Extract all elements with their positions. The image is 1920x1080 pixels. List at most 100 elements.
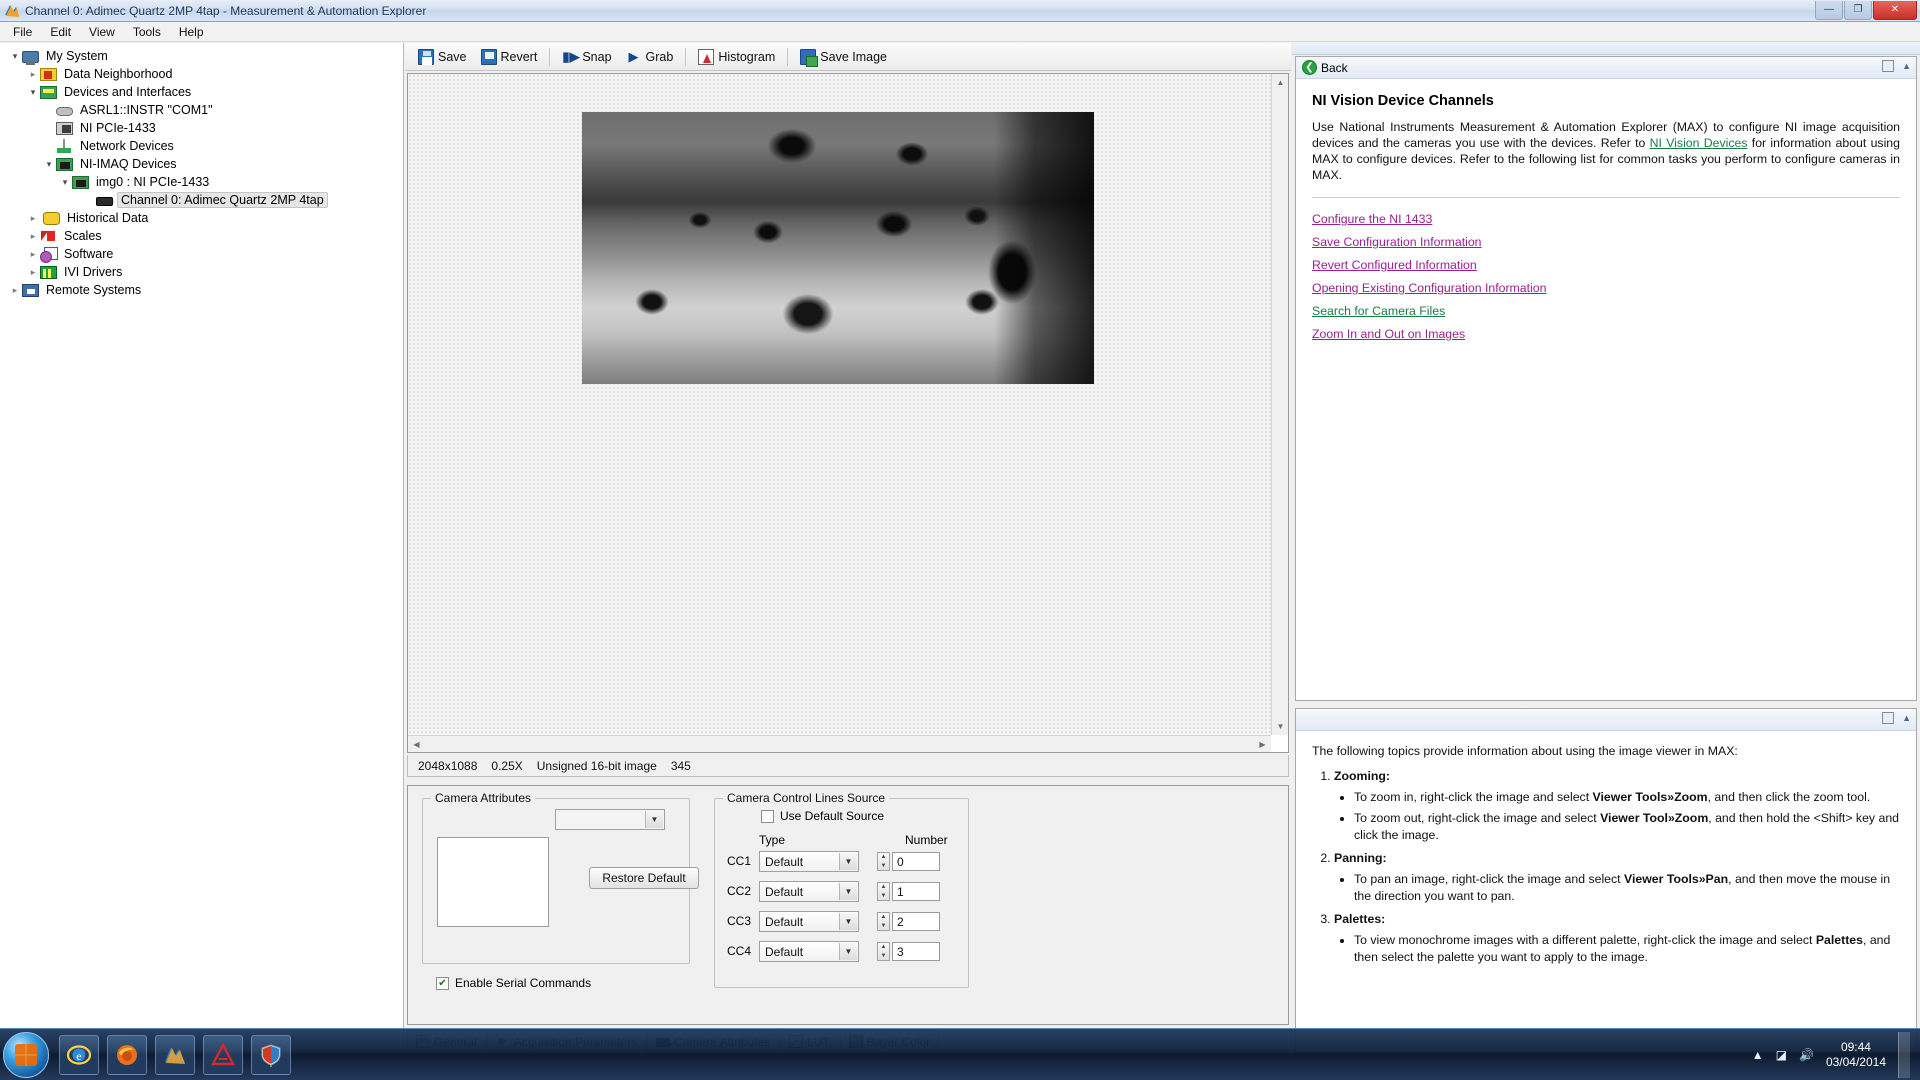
save-image-button[interactable]: Save Image	[793, 46, 894, 68]
help-link-save-configuration-information[interactable]: Save Configuration Information	[1312, 235, 1900, 249]
chevron-down-icon[interactable]: ▼	[645, 811, 663, 828]
tree-item-channel-0[interactable]: Channel 0: Adimec Quartz 2MP 4tap	[0, 191, 403, 209]
tree-item-scales[interactable]: ▸ Scales	[0, 227, 403, 245]
taskbar-clock[interactable]: 09:44 03/04/2014	[1826, 1040, 1886, 1070]
taskbar-internet-explorer-icon[interactable]: e	[59, 1034, 99, 1075]
configuration-tree[interactable]: ▾ My System ▸ Data Neighborhood ▾ Device…	[0, 43, 404, 1028]
help-link-configure-ni-1433[interactable]: Configure the NI 1433	[1312, 212, 1900, 226]
taskbar-firefox-icon[interactable]	[107, 1034, 147, 1075]
taskbar-labview-icon[interactable]	[155, 1034, 195, 1075]
tree-item-ivi-drivers[interactable]: ▸ IVI Drivers	[0, 263, 403, 281]
collapse-pane-icon[interactable]: ▲	[1902, 61, 1911, 71]
spinner-up-icon[interactable]: ▲	[878, 913, 889, 922]
scroll-up-icon[interactable]: ▲	[1273, 75, 1288, 90]
viewer-horizontal-scrollbar[interactable]: ◀ ▶	[408, 735, 1271, 752]
spinner-up-icon[interactable]: ▲	[878, 853, 889, 862]
tree-item-ni-pcie-1433[interactable]: NI PCIe-1433	[0, 119, 403, 137]
camera-attributes-list[interactable]	[437, 837, 549, 927]
twisty-closed-icon[interactable]: ▸	[26, 249, 40, 260]
viewer-vertical-scrollbar[interactable]: ▲ ▼	[1271, 74, 1288, 735]
use-default-source-row[interactable]: Use Default Source	[761, 809, 884, 823]
back-arrow-icon[interactable]: ❮	[1302, 60, 1317, 75]
cc1-number-spinner[interactable]: ▲ ▼	[877, 852, 890, 871]
ni-vision-devices-link[interactable]: NI Vision Devices	[1650, 136, 1748, 150]
twisty-closed-icon[interactable]: ▸	[26, 267, 40, 278]
close-button[interactable]: ✕	[1873, 0, 1917, 20]
tree-item-devices-and-interfaces[interactable]: ▾ Devices and Interfaces	[0, 83, 403, 101]
restore-pane-icon[interactable]	[1882, 60, 1895, 72]
cc4-type-combo[interactable]: Default ▼	[759, 941, 859, 962]
network-icon[interactable]: ◪	[1776, 1048, 1787, 1062]
menu-file[interactable]: File	[4, 23, 41, 41]
restore-pane-icon[interactable]	[1882, 712, 1895, 724]
restore-default-button[interactable]: Restore Default	[589, 867, 699, 889]
twisty-open-icon[interactable]: ▾	[42, 159, 56, 170]
help-link-revert-configured-information[interactable]: Revert Configured Information	[1312, 258, 1900, 272]
scroll-right-icon[interactable]: ▶	[1255, 737, 1270, 752]
scroll-down-icon[interactable]: ▼	[1273, 719, 1288, 734]
twisty-open-icon[interactable]: ▾	[26, 87, 40, 98]
menu-help[interactable]: Help	[170, 23, 213, 41]
camera-attributes-combo[interactable]: ▼	[555, 809, 665, 830]
twisty-closed-icon[interactable]: ▸	[26, 213, 40, 224]
show-hidden-icons-icon[interactable]: ▲	[1752, 1048, 1764, 1062]
cc4-number-input[interactable]: 3	[892, 942, 940, 961]
tree-item-software[interactable]: ▸ Software	[0, 245, 403, 263]
twisty-open-icon[interactable]: ▾	[8, 51, 22, 62]
maximize-button[interactable]: ❐	[1844, 0, 1872, 20]
histogram-button[interactable]: Histogram	[691, 46, 782, 68]
tree-item-my-system[interactable]: ▾ My System	[0, 47, 403, 65]
tree-item-data-neighborhood[interactable]: ▸ Data Neighborhood	[0, 65, 403, 83]
cc3-type-combo[interactable]: Default ▼	[759, 911, 859, 932]
spinner-down-icon[interactable]: ▼	[878, 862, 889, 871]
image-canvas[interactable]	[408, 74, 1271, 735]
cc4-number-spinner[interactable]: ▲ ▼	[877, 942, 890, 961]
chevron-down-icon[interactable]: ▼	[839, 853, 857, 870]
revert-button[interactable]: Revert	[474, 46, 545, 68]
tree-item-img0[interactable]: ▾ img0 : NI PCIe-1433	[0, 173, 403, 191]
cc1-number-input[interactable]: 0	[892, 852, 940, 871]
tree-item-ni-imaq-devices[interactable]: ▾ NI-IMAQ Devices	[0, 155, 403, 173]
enable-serial-commands-checkbox[interactable]	[436, 976, 449, 990]
chevron-down-icon[interactable]: ▼	[839, 883, 857, 900]
enable-serial-commands-row[interactable]: Enable Serial Commands	[436, 976, 591, 990]
twisty-closed-icon[interactable]: ▸	[26, 69, 40, 80]
cc2-type-combo[interactable]: Default ▼	[759, 881, 859, 902]
twisty-closed-icon[interactable]: ▸	[26, 231, 40, 242]
grab-button[interactable]: ▶ Grab	[619, 46, 681, 68]
save-button[interactable]: Save	[411, 46, 474, 68]
menu-tools[interactable]: Tools	[124, 23, 170, 41]
collapse-pane-icon[interactable]: ▲	[1902, 713, 1911, 723]
show-desktop-button[interactable]	[1898, 1031, 1910, 1078]
spinner-down-icon[interactable]: ▼	[878, 922, 889, 931]
snap-button[interactable]: ▮▶ Snap	[555, 46, 618, 68]
chevron-down-icon[interactable]: ▼	[839, 913, 857, 930]
tree-item-asrl1-instr[interactable]: ASRL1::INSTR "COM1"	[0, 101, 403, 119]
taskbar-security-shield-icon[interactable]	[251, 1034, 291, 1075]
twisty-open-icon[interactable]: ▾	[58, 177, 72, 188]
spinner-down-icon[interactable]: ▼	[878, 892, 889, 901]
start-button[interactable]	[3, 1031, 49, 1078]
image-viewer[interactable]: ▲ ▼ ◀ ▶	[407, 73, 1289, 753]
cc2-number-spinner[interactable]: ▲ ▼	[877, 882, 890, 901]
spinner-up-icon[interactable]: ▲	[878, 883, 889, 892]
cc3-number-spinner[interactable]: ▲ ▼	[877, 912, 890, 931]
twisty-closed-icon[interactable]: ▸	[8, 285, 22, 296]
scroll-left-icon[interactable]: ◀	[409, 737, 424, 752]
help-link-opening-existing-configuration-information[interactable]: Opening Existing Configuration Informati…	[1312, 281, 1900, 295]
tree-item-historical-data[interactable]: ▸ Historical Data	[0, 209, 403, 227]
menu-edit[interactable]: Edit	[41, 23, 80, 41]
chevron-down-icon[interactable]: ▼	[839, 943, 857, 960]
cc3-number-input[interactable]: 2	[892, 912, 940, 931]
volume-icon[interactable]: 🔊	[1799, 1048, 1814, 1062]
cc2-number-input[interactable]: 1	[892, 882, 940, 901]
menu-view[interactable]: View	[80, 23, 124, 41]
tree-item-network-devices[interactable]: Network Devices	[0, 137, 403, 155]
cc1-type-combo[interactable]: Default ▼	[759, 851, 859, 872]
use-default-source-checkbox[interactable]	[761, 809, 774, 823]
spinner-up-icon[interactable]: ▲	[878, 943, 889, 952]
spinner-down-icon[interactable]: ▼	[878, 952, 889, 961]
taskbar-autocad-icon[interactable]	[203, 1034, 243, 1075]
help-link-search-for-camera-files[interactable]: Search for Camera Files	[1312, 304, 1900, 318]
help-link-zoom-in-and-out-on-images[interactable]: Zoom In and Out on Images	[1312, 327, 1900, 341]
